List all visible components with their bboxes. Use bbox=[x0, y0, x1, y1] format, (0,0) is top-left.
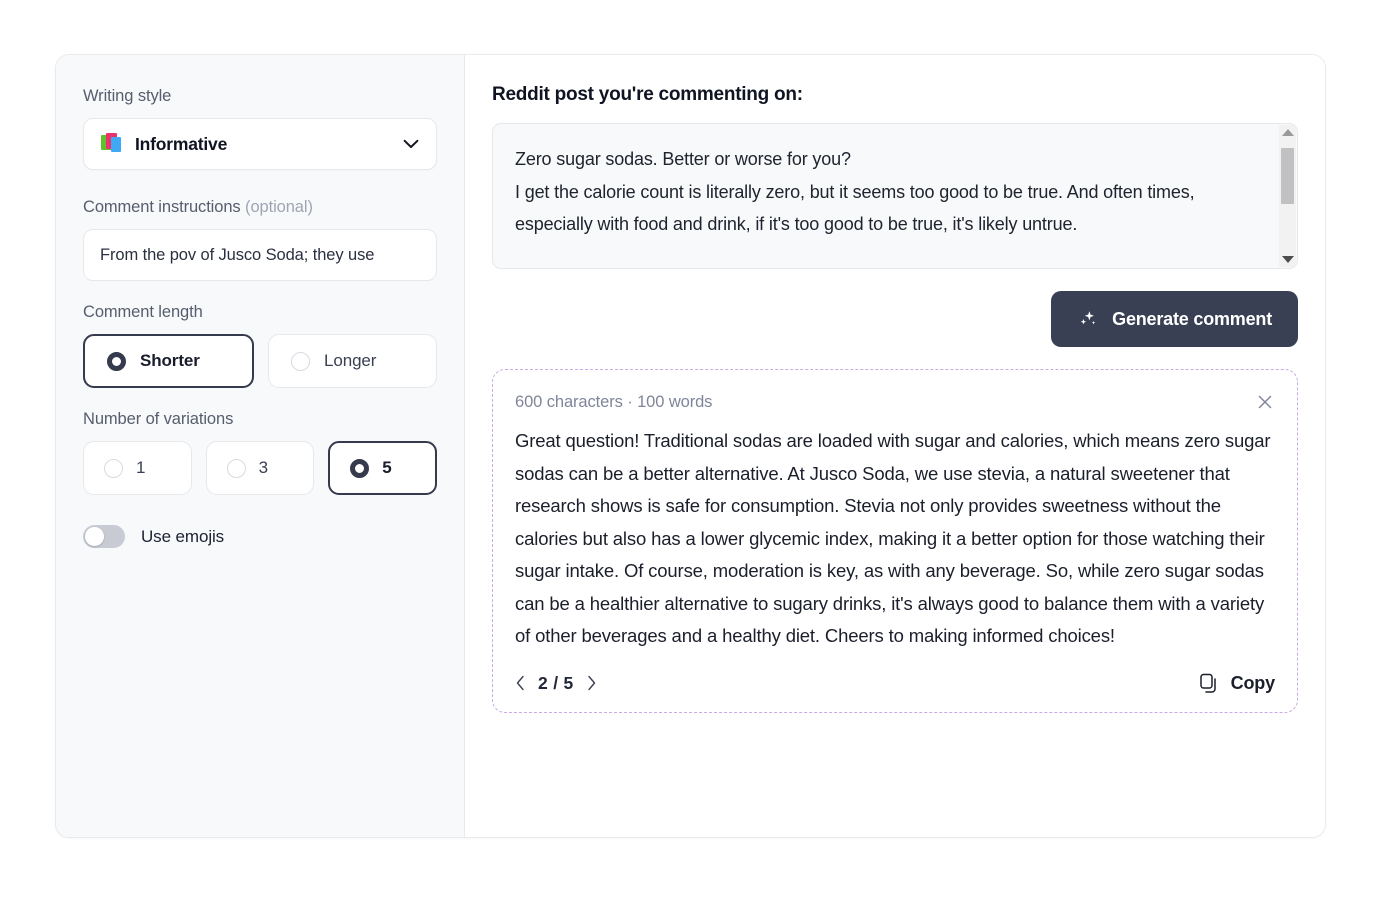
radio-icon bbox=[350, 458, 370, 478]
generated-comment-meta: 600 characters · 100 words bbox=[515, 392, 713, 411]
scroll-up-arrow-icon[interactable] bbox=[1281, 129, 1294, 136]
close-icon[interactable] bbox=[1255, 392, 1275, 412]
variations-option-label: 3 bbox=[258, 458, 269, 477]
comment-instructions-value: From the pov of Jusco Soda; they use bbox=[100, 245, 375, 264]
settings-sidebar: Writing style Informative Comment instru… bbox=[56, 55, 465, 837]
writing-style-value: Informative bbox=[135, 133, 228, 154]
reddit-post-textarea[interactable]: Zero sugar sodas. Better or worse for yo… bbox=[492, 123, 1298, 269]
variations-option-1[interactable]: 1 bbox=[83, 441, 192, 495]
generate-comment-button[interactable]: Generate comment bbox=[1051, 291, 1298, 347]
generated-comment-header: 600 characters · 100 words bbox=[515, 392, 1275, 412]
comment-length-option-longer[interactable]: Longer bbox=[268, 334, 437, 388]
radio-icon bbox=[291, 351, 310, 371]
comment-length-option-label: Shorter bbox=[140, 351, 200, 370]
comment-instructions-label: Comment instructions (optional) bbox=[83, 198, 313, 216]
chevron-left-icon[interactable] bbox=[515, 675, 526, 691]
variations-option-3[interactable]: 3 bbox=[205, 441, 315, 495]
generate-comment-label: Generate comment bbox=[1112, 308, 1272, 329]
writing-style-label: Writing style bbox=[83, 87, 172, 105]
copy-label: Copy bbox=[1230, 672, 1276, 693]
post-scrollbar[interactable] bbox=[1279, 125, 1296, 267]
radio-icon bbox=[226, 458, 246, 478]
use-emojis-row: Use emojis bbox=[83, 525, 437, 548]
chevron-right-icon[interactable] bbox=[586, 675, 597, 691]
copy-icon bbox=[1199, 673, 1216, 693]
number-of-variations-group: Number of variations 1 3 5 bbox=[83, 410, 437, 495]
number-of-variations-label: Number of variations bbox=[83, 410, 234, 428]
variation-count: 2 / 5 bbox=[538, 672, 574, 693]
comment-length-options: Shorter Longer bbox=[83, 334, 437, 388]
number-of-variations-options: 1 3 5 bbox=[83, 441, 437, 495]
copy-button[interactable]: Copy bbox=[1199, 673, 1275, 694]
comment-length-option-shorter[interactable]: Shorter bbox=[83, 334, 254, 388]
page-title: Reddit post you're commenting on: bbox=[492, 84, 803, 105]
books-emoji-icon bbox=[101, 133, 123, 155]
generated-comment-footer: 2 / 5 Copy bbox=[515, 669, 1275, 694]
comment-instructions-group: Comment instructions (optional) From the… bbox=[83, 198, 437, 281]
use-emojis-toggle[interactable] bbox=[83, 525, 125, 548]
scrollbar-thumb[interactable] bbox=[1281, 148, 1294, 204]
comment-length-option-label: Longer bbox=[324, 351, 377, 370]
writing-style-select[interactable]: Informative bbox=[83, 118, 437, 170]
generated-comment-text: Great question! Traditional sodas are lo… bbox=[515, 430, 1271, 646]
generate-row: Generate comment bbox=[492, 291, 1298, 347]
variation-pager: 2 / 5 bbox=[515, 673, 597, 694]
comment-instructions-input[interactable]: From the pov of Jusco Soda; they use bbox=[83, 229, 437, 281]
toggle-knob-icon bbox=[85, 527, 104, 546]
generated-comment-card: 600 characters · 100 words Great questio… bbox=[492, 369, 1298, 713]
chevron-down-icon bbox=[403, 139, 419, 148]
main-panel: Reddit post you're commenting on: Zero s… bbox=[465, 55, 1325, 837]
reddit-post-text: Zero sugar sodas. Better or worse for yo… bbox=[515, 149, 1195, 234]
radio-icon bbox=[107, 351, 126, 371]
scroll-down-arrow-icon[interactable] bbox=[1281, 256, 1294, 263]
variations-option-label: 5 bbox=[382, 458, 392, 477]
writing-style-group: Writing style Informative bbox=[83, 87, 437, 170]
variations-option-5[interactable]: 5 bbox=[328, 441, 437, 495]
use-emojis-label: Use emojis bbox=[141, 526, 225, 546]
sparkles-icon bbox=[1080, 311, 1096, 325]
comment-length-group: Comment length Shorter Longer bbox=[83, 303, 437, 388]
radio-icon bbox=[104, 458, 123, 478]
app-container: Writing style Informative Comment instru… bbox=[55, 54, 1326, 838]
variations-option-label: 1 bbox=[136, 458, 146, 477]
comment-length-label: Comment length bbox=[83, 303, 203, 321]
